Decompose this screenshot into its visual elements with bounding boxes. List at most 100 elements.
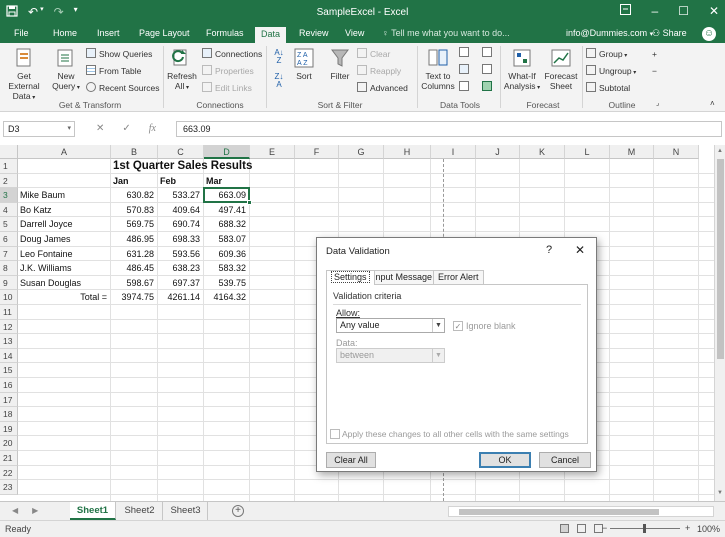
- cancel-entry-icon[interactable]: ✕: [96, 123, 104, 134]
- zoom-level[interactable]: 100%: [697, 524, 720, 534]
- data-validation-button[interactable]: [459, 81, 472, 93]
- data-model-button[interactable]: [482, 81, 495, 93]
- close-icon[interactable]: ✕: [575, 243, 585, 257]
- tab-view[interactable]: View: [345, 28, 364, 38]
- recent-sources-button[interactable]: Recent Sources: [86, 82, 159, 94]
- name-cell[interactable]: Mike Baum: [20, 188, 110, 203]
- value-cell[interactable]: 697.37: [160, 276, 203, 291]
- refresh-all-button[interactable]: Refresh All ▾: [166, 47, 198, 93]
- zoom-out-icon[interactable]: −: [602, 523, 607, 533]
- value-cell[interactable]: 690.74: [160, 217, 203, 232]
- tab-file[interactable]: File: [14, 28, 29, 38]
- row-header-12[interactable]: 12: [0, 319, 18, 335]
- name-box-dropdown-icon[interactable]: ▾: [67, 124, 71, 132]
- clear-filter-button[interactable]: Clear: [357, 48, 390, 60]
- value-cell[interactable]: 486.95: [113, 232, 157, 247]
- row-header-22[interactable]: 22: [0, 465, 18, 481]
- tab-data[interactable]: Data: [255, 27, 287, 43]
- column-header-d[interactable]: D: [204, 145, 250, 159]
- vertical-scrollbar[interactable]: ▲ ▼: [714, 145, 725, 501]
- value-cell[interactable]: 583.32: [206, 261, 249, 276]
- normal-view-icon[interactable]: [560, 524, 569, 533]
- value-cell[interactable]: 569.75: [113, 217, 157, 232]
- column-header-c[interactable]: C: [158, 145, 204, 159]
- group-button[interactable]: Group ▾: [586, 48, 627, 60]
- value-cell[interactable]: 698.33: [160, 232, 203, 247]
- value-cell[interactable]: 409.64: [160, 203, 203, 218]
- help-icon[interactable]: ?: [546, 244, 552, 256]
- cancel-button[interactable]: Cancel: [539, 452, 591, 468]
- name-cell[interactable]: Bo Katz: [20, 203, 110, 218]
- chevron-down-icon[interactable]: ▼: [432, 319, 444, 332]
- name-cell[interactable]: Darrell Joyce: [20, 217, 110, 232]
- tab-insert[interactable]: Insert: [97, 28, 120, 38]
- consolidate-button[interactable]: [482, 47, 495, 59]
- column-header-k[interactable]: K: [520, 145, 565, 159]
- name-box[interactable]: D3 ▾: [3, 121, 75, 137]
- sheet-tab-sheet2[interactable]: Sheet2: [117, 502, 163, 520]
- tab-page-layout[interactable]: Page Layout: [139, 28, 190, 38]
- row-header-8[interactable]: 8: [0, 261, 18, 276]
- outline-settings-launcher-icon[interactable]: ⌟: [656, 98, 659, 110]
- feedback-smiley-icon[interactable]: ☺: [702, 27, 716, 41]
- row-header-16[interactable]: 16: [0, 378, 18, 393]
- filter-button[interactable]: Filter: [326, 47, 354, 81]
- subtotal-button[interactable]: Subtotal: [586, 82, 630, 94]
- value-cell[interactable]: 688.32: [206, 217, 249, 232]
- hide-detail-icon[interactable]: −: [652, 65, 657, 77]
- value-cell[interactable]: 533.27: [160, 188, 203, 203]
- tab-formulas[interactable]: Formulas: [206, 28, 244, 38]
- sort-z-a-button[interactable]: Z↓ A: [270, 73, 288, 89]
- collapse-ribbon-icon[interactable]: ˄: [710, 98, 715, 110]
- share-button[interactable]: ⚇ Share: [652, 28, 687, 39]
- column-header-h[interactable]: H: [384, 145, 431, 159]
- column-header-e[interactable]: E: [250, 145, 295, 159]
- select-all-corner[interactable]: [0, 145, 18, 159]
- what-if-analysis-button[interactable]: What-If Analysis ▾: [503, 47, 541, 93]
- header-cell-feb[interactable]: Feb: [160, 174, 203, 189]
- row-header-9[interactable]: 9: [0, 275, 18, 291]
- name-cell[interactable]: Susan Douglas: [20, 276, 110, 291]
- minimize-icon[interactable]: –: [651, 4, 658, 18]
- zoom-in-icon[interactable]: +: [685, 523, 690, 533]
- row-header-20[interactable]: 20: [0, 436, 18, 451]
- column-header-n[interactable]: N: [654, 145, 699, 159]
- close-icon[interactable]: ✕: [709, 4, 719, 18]
- scroll-down-icon[interactable]: ▼: [717, 490, 723, 496]
- name-cell[interactable]: Doug James: [20, 232, 110, 247]
- text-to-columns-button[interactable]: Text to Columns: [420, 47, 456, 91]
- value-cell[interactable]: 630.82: [113, 188, 157, 203]
- column-header-b[interactable]: B: [111, 145, 158, 159]
- sheet-title-cell[interactable]: 1st Quarter Sales Results: [113, 159, 273, 174]
- row-header-14[interactable]: 14: [0, 348, 18, 364]
- scroll-up-icon[interactable]: ▲: [717, 148, 723, 154]
- header-cell-jan[interactable]: Jan: [113, 174, 157, 189]
- confirm-entry-icon[interactable]: ✓: [122, 123, 130, 134]
- column-header-j[interactable]: J: [476, 145, 520, 159]
- value-cell[interactable]: 539.75: [206, 276, 249, 291]
- row-header-18[interactable]: 18: [0, 407, 18, 422]
- value-cell[interactable]: 609.36: [206, 247, 249, 262]
- tab-settings[interactable]: Settings: [326, 270, 375, 285]
- row-header-5[interactable]: 5: [0, 217, 18, 232]
- value-cell[interactable]: 497.41: [206, 203, 249, 218]
- row-header-7[interactable]: 7: [0, 246, 18, 262]
- row-header-2[interactable]: 2: [0, 173, 18, 189]
- advanced-filter-button[interactable]: Advanced: [357, 82, 408, 94]
- tell-me-box[interactable]: ♀ Tell me what you want to do...: [382, 28, 510, 38]
- total-cell[interactable]: 4261.14: [160, 290, 203, 305]
- show-queries-button[interactable]: Show Queries: [86, 48, 152, 60]
- sheet-tab-sheet3[interactable]: Sheet3: [164, 502, 208, 520]
- tab-home[interactable]: Home: [53, 28, 77, 38]
- ribbon-display-icon[interactable]: [620, 4, 632, 18]
- ungroup-button[interactable]: Ungroup ▾: [586, 65, 636, 77]
- row-header-11[interactable]: 11: [0, 305, 18, 320]
- prev-sheet-icon[interactable]: ◀: [12, 506, 18, 515]
- ok-button[interactable]: OK: [479, 452, 531, 468]
- column-header-m[interactable]: M: [610, 145, 654, 159]
- total-cell[interactable]: 4164.32: [206, 290, 249, 305]
- next-sheet-icon[interactable]: ▶: [32, 506, 38, 515]
- remove-duplicates-button[interactable]: [459, 64, 472, 76]
- vertical-scroll-thumb[interactable]: [717, 159, 724, 359]
- flash-fill-button[interactable]: [459, 47, 472, 59]
